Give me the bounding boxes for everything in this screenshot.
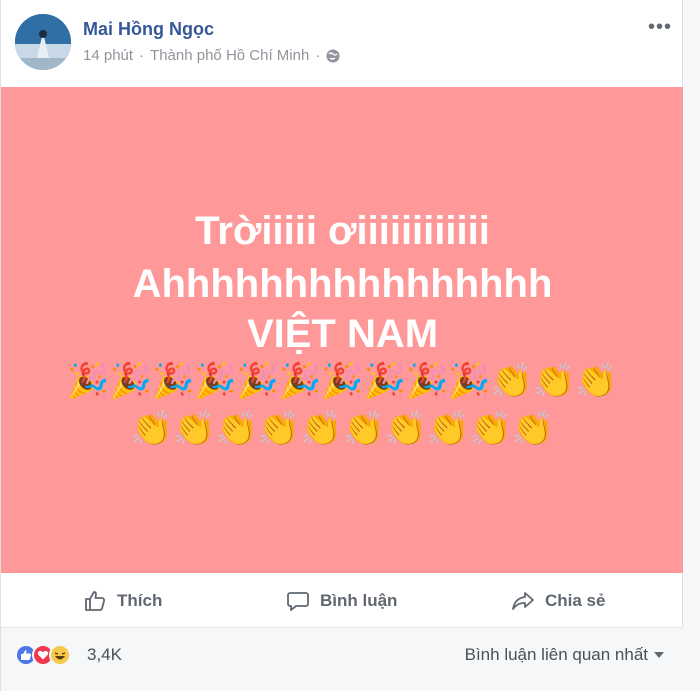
meta-separator: ·: [315, 47, 321, 64]
comment-sort-dropdown[interactable]: Bình luận liên quan nhất: [465, 645, 664, 665]
emoji-row: 🎉🎉🎉🎉🎉🎉🎉🎉🎉🎉👏👏👏: [67, 361, 618, 401]
author-name[interactable]: Mai Hồng Ngọc: [83, 19, 214, 40]
share-button[interactable]: Chia sẻ: [511, 573, 605, 628]
comment-button[interactable]: Bình luận: [286, 573, 397, 628]
globe-icon[interactable]: [326, 49, 340, 63]
like-button[interactable]: Thích: [83, 573, 162, 628]
sort-label: Bình luận liên quan nhất: [464, 645, 648, 664]
reaction-count[interactable]: 3,4K: [87, 645, 122, 665]
post-text-line: Trờiiiii ơiiiiiiiiiiii: [195, 209, 490, 253]
post-text-line: VIỆT NAM: [246, 312, 439, 356]
post-actions: Thích Bình luận Chia sẻ: [1, 573, 684, 628]
comment-label: Bình luận: [320, 590, 398, 610]
share-label: Chia sẻ: [545, 590, 606, 610]
avatar[interactable]: [15, 14, 71, 70]
more-options-icon[interactable]: •••: [648, 16, 672, 39]
thumbs-up-icon: [85, 590, 106, 611]
post-card: Mai Hồng Ngọc 14 phút · Thành phố Hồ Chí…: [0, 0, 684, 691]
reactions-bar: 3,4K Bình luận liên quan nhất: [1, 628, 684, 691]
emoji-row: 👏👏👏👏👏👏👏👏👏👏: [130, 409, 555, 449]
post-text-line: Ahhhhhhhhhhhhhhhh: [132, 262, 553, 306]
post-location[interactable]: Thành phố Hồ Chí Minh: [150, 47, 309, 64]
post-content: Trờiiiii ơiiiiiiiiiiii Ahhhhhhhhhhhhhhhh…: [1, 87, 684, 573]
post-time[interactable]: 14 phút: [83, 47, 133, 64]
share-arrow-icon: [512, 591, 534, 610]
like-label: Thích: [117, 590, 163, 610]
comment-icon: [287, 591, 309, 611]
caret-down-icon: [654, 652, 664, 658]
meta-separator: ·: [139, 47, 145, 64]
post-header: Mai Hồng Ngọc 14 phút · Thành phố Hồ Chí…: [1, 0, 684, 87]
reaction-icons[interactable]: [15, 644, 71, 666]
haha-icon: [49, 644, 71, 666]
page-background: [683, 0, 700, 691]
post-meta: 14 phút · Thành phố Hồ Chí Minh ·: [83, 47, 340, 64]
